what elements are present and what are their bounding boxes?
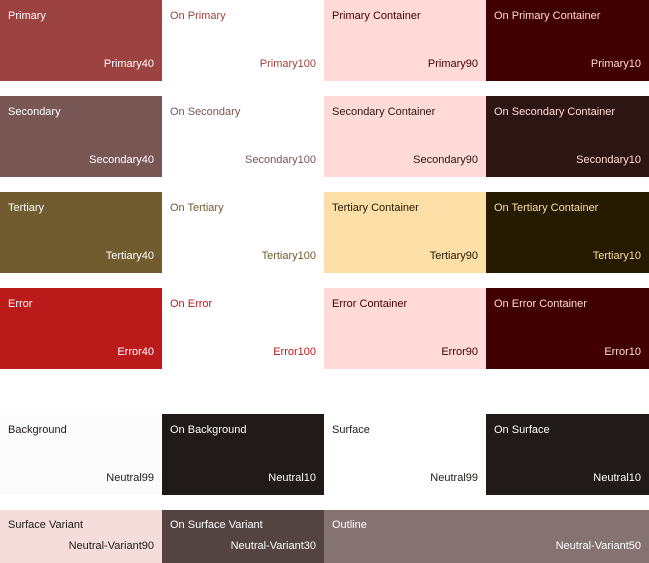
swatch-role-label: On Primary Container [494,10,601,22]
swatch-surface-variant: Surface Variant Neutral-Variant90 [0,510,162,563]
swatch-on-error-container: On Error Container Error10 [486,288,649,369]
swatch-background: Background Neutral99 [0,414,162,495]
swatch-role-label: Error Container [332,298,408,310]
swatch-role-label: Outline [332,519,367,531]
swatch-tone-label: Primary40 [103,58,154,70]
swatch-role-label: Surface [332,424,370,436]
swatch-role-label: On Tertiary Container [494,202,599,214]
swatch-tone-label: Primary10 [590,58,641,70]
swatch-tone-label: Secondary100 [245,154,316,166]
swatch-on-tertiary: On Tertiary Tertiary100 [162,192,324,273]
swatch-on-secondary: On Secondary Secondary100 [162,96,324,177]
swatch-role-label: Secondary [8,106,61,118]
swatch-tone-label: Tertiary100 [261,250,316,262]
swatch-tone-label: Error10 [604,346,641,358]
swatch-role-label: On Error Container [494,298,587,310]
swatch-tone-label: Error100 [273,346,316,358]
swatch-tone-label: Neutral-Variant90 [68,540,154,552]
swatch-role-label: Secondary Container [332,106,436,118]
swatch-tone-label: Tertiary10 [592,250,641,262]
swatch-tone-label: Neutral99 [106,472,154,484]
swatch-role-label: Primary Container [332,10,421,22]
swatch-on-background: On Background Neutral10 [162,414,324,495]
swatch-on-secondary-container: On Secondary Container Secondary10 [486,96,649,177]
swatch-role-label: On Background [170,424,247,436]
swatch-error: Error Error40 [0,288,162,369]
swatch-role-label: Background [8,424,67,436]
swatch-primary-container: Primary Container Primary90 [324,0,486,81]
swatch-role-label: Tertiary Container [332,202,419,214]
swatch-on-primary-container: On Primary Container Primary10 [486,0,649,81]
swatch-on-surface: On Surface Neutral10 [486,414,649,495]
swatch-surface: Surface Neutral99 [324,414,486,495]
swatch-tone-label: Neutral-Variant50 [555,540,641,552]
swatch-role-label: Surface Variant [8,519,84,531]
swatch-tone-label: Neutral10 [268,472,316,484]
swatch-tone-label: Error40 [117,346,154,358]
swatch-tone-label: Tertiary90 [429,250,478,262]
swatch-role-label: On Secondary Container [494,106,616,118]
swatch-tone-label: Neutral-Variant30 [230,540,316,552]
swatch-tone-label: Error90 [441,346,478,358]
swatch-role-label: On Secondary [170,106,241,118]
swatch-tone-label: Neutral10 [593,472,641,484]
swatch-tone-label: Secondary40 [89,154,154,166]
swatch-role-label: On Tertiary [170,202,224,214]
swatch-secondary-container: Secondary Container Secondary90 [324,96,486,177]
swatch-tone-label: Secondary10 [576,154,641,166]
swatch-tertiary-container: Tertiary Container Tertiary90 [324,192,486,273]
swatch-on-tertiary-container: On Tertiary Container Tertiary10 [486,192,649,273]
swatch-role-label: Tertiary [8,202,45,214]
swatch-tone-label: Primary90 [427,58,478,70]
swatch-role-label: Primary [8,10,46,22]
swatch-tone-label: Neutral99 [430,472,478,484]
swatch-tone-label: Tertiary40 [105,250,154,262]
swatch-role-label: On Primary [170,10,226,22]
swatch-tone-label: Secondary90 [413,154,478,166]
swatch-role-label: On Surface [494,424,550,436]
swatch-primary: Primary Primary40 [0,0,162,81]
swatch-tertiary: Tertiary Tertiary40 [0,192,162,273]
swatch-on-surface-variant: On Surface Variant Neutral-Variant30 [162,510,324,563]
swatch-on-primary: On Primary Primary100 [162,0,324,81]
swatch-role-label: Error [8,298,33,310]
swatch-secondary: Secondary Secondary40 [0,96,162,177]
color-scheme-palette: { "scheme_rows": [ [ {"name":"Primary","… [0,0,649,563]
swatch-outline: Outline Neutral-Variant50 [324,510,649,563]
swatch-role-label: On Surface Variant [170,519,263,531]
swatch-on-error: On Error Error100 [162,288,324,369]
swatch-role-label: On Error [170,298,213,310]
swatch-tone-label: Primary100 [259,58,316,70]
swatch-error-container: Error Container Error90 [324,288,486,369]
